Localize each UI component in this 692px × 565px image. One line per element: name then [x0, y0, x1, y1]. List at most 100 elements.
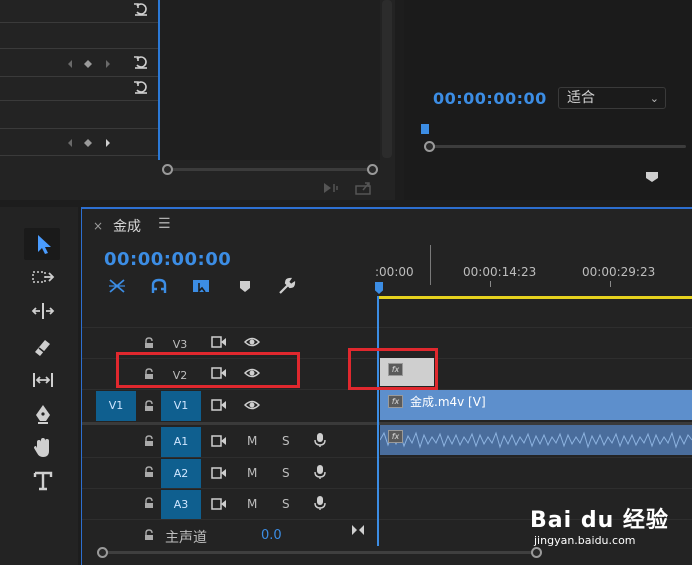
ruler-tick [430, 245, 431, 285]
reset-icon[interactable] [133, 79, 149, 95]
work-area-bar[interactable] [378, 296, 692, 299]
playhead-line [377, 296, 379, 546]
fx-badge: fx [388, 395, 403, 408]
scroll-handle-right[interactable] [367, 164, 378, 175]
effect-playhead-line [158, 0, 160, 160]
toggle-sync-lock-icon[interactable] [211, 334, 227, 350]
clip-label: 金成.m4v [V] [410, 395, 486, 409]
lock-icon[interactable] [143, 435, 155, 447]
divider [82, 488, 692, 489]
fit-dropdown-label: 适合 [567, 90, 595, 106]
hand-tool-icon[interactable] [31, 436, 55, 460]
ruler-label: 00:00:29:23 [582, 265, 656, 279]
eye-icon[interactable] [244, 397, 260, 413]
scroll-track [166, 168, 374, 171]
microphone-icon[interactable] [312, 432, 328, 448]
program-playhead[interactable] [421, 124, 429, 134]
vertical-scrollbar[interactable] [382, 0, 392, 158]
divider [0, 100, 158, 101]
watermark: Bai du 经验 jingyan.baidu.com [530, 494, 690, 554]
reset-icon[interactable] [133, 54, 149, 70]
time-ruler[interactable]: :00:00 00:00:14:23 00:00:29:23 [375, 245, 692, 300]
highlight-box [348, 348, 438, 390]
scroll-handle-left[interactable] [97, 547, 108, 558]
lock-icon[interactable] [143, 400, 155, 412]
divider [0, 48, 158, 49]
scroll-track [428, 145, 686, 148]
ruler-tick [490, 281, 491, 287]
add-marker-icon[interactable] [234, 277, 256, 295]
keyframe-navigator[interactable] [66, 56, 116, 70]
track-name[interactable]: V3 [168, 338, 192, 351]
ripple-edit-tool-icon[interactable] [31, 300, 55, 322]
mute-button[interactable]: M [247, 466, 257, 480]
play-audio-icon[interactable] [322, 181, 342, 195]
track-name[interactable]: V1 [161, 391, 201, 421]
effect-zoom-scrollbar[interactable] [160, 163, 380, 175]
chevron-down-icon: ⌄ [649, 92, 659, 105]
program-timecode[interactable]: 00:00:00:00 [433, 89, 547, 108]
premiere-workspace: 00:00:00:00 适合 ⌄ × 金成 ☰ 00:00:00:00 :00:… [0, 0, 692, 565]
keyframe-navigator[interactable] [66, 135, 116, 149]
lock-icon[interactable] [143, 466, 155, 478]
sequence-tab-name[interactable]: 金成 [113, 216, 141, 236]
clip-v1[interactable]: fx 金成.m4v [V] [380, 390, 692, 420]
divider [0, 128, 158, 129]
microphone-icon[interactable] [312, 464, 328, 480]
timeline-scrollbar[interactable] [97, 546, 542, 560]
master-volume-value[interactable]: 0.0 [261, 528, 282, 543]
watermark-url: jingyan.baidu.com [534, 534, 636, 547]
linked-selection-icon[interactable] [190, 277, 212, 295]
keyframe-nav-icon [68, 60, 110, 68]
pen-tool-icon[interactable] [31, 403, 55, 425]
close-icon[interactable]: × [93, 219, 103, 233]
toggle-sync-lock-icon[interactable] [211, 465, 227, 481]
mute-button[interactable]: M [247, 434, 257, 448]
scroll-handle-left[interactable] [424, 141, 435, 152]
effect-controls-timeline[interactable] [160, 0, 380, 160]
track-name[interactable]: A3 [161, 490, 201, 519]
microphone-icon[interactable] [312, 495, 328, 511]
divider [82, 457, 692, 458]
track-name[interactable]: A1 [161, 427, 201, 457]
eye-icon[interactable] [244, 334, 260, 350]
ruler-tick [610, 281, 611, 287]
snap-icon[interactable] [148, 277, 170, 295]
slip-tool-icon[interactable] [31, 369, 55, 391]
ruler-label: :00:00 [375, 265, 414, 279]
lock-icon[interactable] [143, 529, 155, 541]
panel-menu-icon[interactable]: ☰ [158, 216, 171, 232]
source-patch-v1[interactable]: V1 [96, 391, 136, 421]
divider [82, 327, 692, 328]
sequence-timecode[interactable]: 00:00:00:00 [104, 249, 231, 270]
divider [0, 155, 158, 156]
audio-waveform [380, 431, 692, 449]
nest-icon[interactable] [106, 277, 128, 295]
divider [0, 22, 158, 23]
lock-icon[interactable] [143, 497, 155, 509]
scroll-handle-left[interactable] [162, 164, 173, 175]
fit-dropdown[interactable]: 适合 ⌄ [558, 87, 666, 109]
fx-badge: fx [388, 430, 403, 443]
solo-button[interactable]: S [282, 434, 290, 448]
toggle-sync-lock-icon[interactable] [211, 433, 227, 449]
track-name[interactable]: A2 [161, 459, 201, 488]
wrench-icon[interactable] [276, 277, 298, 295]
solo-button[interactable]: S [282, 466, 290, 480]
toggle-sync-lock-icon[interactable] [211, 397, 227, 413]
mute-button[interactable]: M [247, 497, 257, 511]
scroll-track [103, 551, 536, 554]
program-scrollbar[interactable] [422, 140, 692, 154]
lock-icon[interactable] [143, 337, 155, 349]
type-tool-icon[interactable] [32, 470, 54, 492]
razor-tool-icon[interactable] [31, 336, 55, 358]
clip-a1[interactable]: fx [380, 425, 692, 455]
solo-button[interactable]: S [282, 497, 290, 511]
export-icon[interactable] [354, 180, 374, 196]
go-to-end-icon[interactable] [350, 523, 366, 537]
divider [0, 76, 158, 77]
toggle-sync-lock-icon[interactable] [211, 496, 227, 512]
selection-tool-icon[interactable] [33, 233, 55, 255]
track-select-tool-icon[interactable] [31, 267, 55, 289]
reset-icon[interactable] [133, 1, 149, 17]
